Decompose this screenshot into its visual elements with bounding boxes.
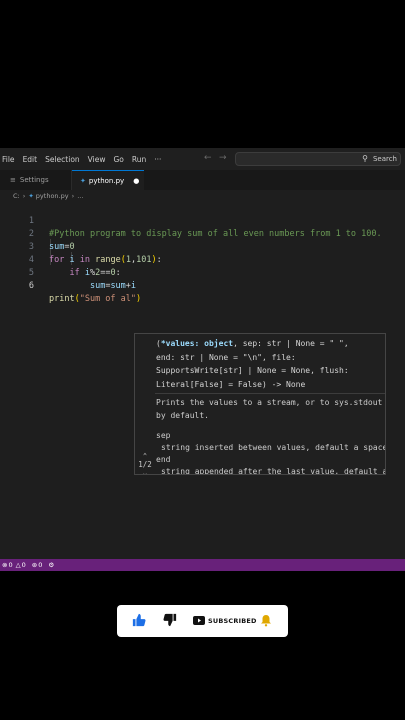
thumbs-down-icon[interactable] [163, 613, 177, 627]
signature-help-popup: ⌃ 1/2 ⌄ (*values: object, sep: str | Non… [134, 333, 386, 475]
menu-more[interactable]: ··· [154, 155, 161, 164]
ports-count[interactable]: 0 [38, 561, 42, 569]
tab-settings-label: Settings [19, 176, 49, 184]
warning-icon[interactable]: △ [16, 561, 21, 569]
status-bar: ⊗ 0 △ 0 ⊛ 0 ⚙ [0, 559, 405, 571]
line-number: 6 [28, 281, 34, 291]
error-icon[interactable]: ⊗ [2, 561, 7, 569]
param-desc-sep: string inserted between values, default … [161, 443, 386, 452]
tab-python-label: python.py [88, 176, 125, 185]
notification-bell-icon[interactable] [260, 614, 272, 627]
signature-pager[interactable]: ⌃ 1/2 ⌄ [136, 452, 154, 474]
menu-go[interactable]: Go [113, 155, 123, 164]
video-action-overlay: SUBSCRIBED [117, 605, 288, 637]
breadcrumb-more[interactable]: ... [77, 192, 83, 200]
pager-count: 1/2 [138, 460, 152, 469]
search-icon: ⚲ [362, 154, 368, 163]
code-line-4[interactable]: 4 if i%2==0: [0, 241, 405, 278]
param-name-end: end [156, 455, 171, 464]
signature-line-2: end: str | None = "\n", file: [156, 352, 296, 362]
menu-run[interactable]: Run [132, 155, 146, 164]
tab-settings[interactable]: ≡ Settings [0, 170, 72, 190]
search-label: Search [372, 155, 397, 163]
ports-icon[interactable]: ⊛ [32, 561, 37, 569]
forward-arrow-icon[interactable]: → [219, 153, 227, 163]
youtube-logo-icon [193, 616, 205, 625]
param-desc-end: string appended after the last value, de… [161, 467, 386, 475]
menu-view[interactable]: View [88, 155, 106, 164]
divider [155, 393, 385, 394]
breadcrumb-root[interactable]: C: [13, 192, 20, 200]
param-name-sep: sep [156, 431, 171, 440]
menu-edit[interactable]: Edit [23, 155, 38, 164]
code-line-6[interactable]: 6 print("Sum of al") [0, 267, 405, 304]
editor-tab-bar: ≡ Settings ✦ python.py ● [0, 170, 405, 190]
signature-text: (*values: object, sep: str | None = " ",… [156, 337, 384, 391]
code-line-1[interactable]: 1 #Python program to display sum of all … [0, 202, 405, 239]
signature-line-4: Literal[False] = False) -> None [156, 379, 306, 389]
settings-icon: ≡ [10, 176, 16, 184]
menu-selection[interactable]: Selection [45, 155, 80, 164]
menu-bar: File Edit Selection View Go Run ··· ← → … [0, 148, 405, 170]
breadcrumb-file[interactable]: python.py [36, 192, 69, 200]
code-editor[interactable]: 1 #Python program to display sum of all … [0, 200, 405, 560]
remote-icon[interactable]: ⚙ [48, 561, 54, 569]
code-line-3[interactable]: 3 for i in range(1,101): [0, 228, 405, 265]
python-file-icon: ✦ [80, 176, 86, 185]
vscode-window: File Edit Selection View Go Run ··· ← → … [0, 148, 405, 571]
python-file-icon: ✦ [28, 192, 34, 200]
back-arrow-icon[interactable]: ← [204, 153, 212, 163]
unsaved-dot-icon[interactable]: ● [133, 177, 139, 185]
code-text: print("Sum of al") [49, 294, 142, 304]
tab-python-file[interactable]: ✦ python.py ● [72, 170, 144, 190]
code-text: sum=sum+i [89, 281, 137, 291]
chevron-right-icon: › [71, 192, 75, 200]
chevron-up-icon[interactable]: ⌃ [136, 452, 154, 460]
chevron-right-icon: › [22, 192, 26, 200]
error-count[interactable]: 0 [8, 561, 12, 569]
function-description: Prints the values to a stream, or to sys… [156, 398, 383, 420]
code-line-2[interactable]: 2 sum=0 [0, 215, 405, 252]
command-search-box[interactable]: ⚲ Search [235, 152, 401, 166]
warning-count[interactable]: 0 [22, 561, 26, 569]
thumbs-up-icon[interactable] [132, 613, 146, 627]
subscribed-label[interactable]: SUBSCRIBED [208, 617, 257, 625]
chevron-down-icon[interactable]: ⌄ [136, 469, 154, 474]
signature-line-1: (*values: object, sep: str | None = " ", [156, 339, 349, 348]
menu-file[interactable]: File [2, 155, 15, 164]
code-line-5[interactable]: 5 sum=sum+i [0, 254, 405, 291]
signature-line-3: SupportsWrite[str] | None = None, flush: [156, 366, 349, 375]
